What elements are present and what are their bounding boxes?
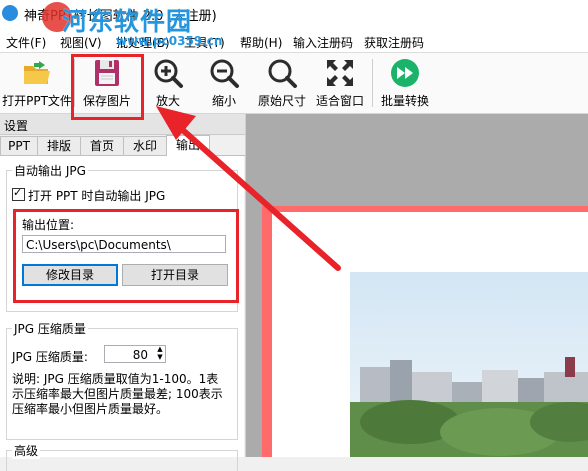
batch-convert-label: 批量转换	[380, 94, 429, 108]
batch-convert-button[interactable]: 批量转换	[378, 57, 432, 111]
tab-layout[interactable]: 排版	[37, 136, 81, 155]
open-ppt-button[interactable]: 打开PPT文件	[2, 57, 72, 111]
zoom-in-label: 放大	[155, 94, 180, 108]
highlight-save-image	[71, 54, 144, 120]
folder-open-icon	[21, 57, 53, 89]
fit-window-icon	[324, 57, 356, 89]
fast-forward-icon	[389, 57, 421, 89]
tab-homepage[interactable]: 首页	[80, 136, 124, 155]
app-icon	[2, 5, 18, 21]
watermark-url: www.pc0359.cn	[116, 34, 223, 48]
open-ppt-label: 打开PPT文件	[2, 94, 72, 108]
highlight-output-location	[13, 209, 239, 303]
jpg-quality-field-label: JPG 压缩质量:	[12, 350, 88, 364]
zoom-in-button[interactable]: 放大	[148, 57, 188, 111]
original-size-button[interactable]: 原始尺寸	[256, 57, 308, 111]
settings-title: 设置	[4, 119, 29, 133]
output-tab-content: 自动输出 JPG 打开 PPT 时自动输出 JPG 输出位置: C:\Users…	[0, 156, 244, 471]
fit-window-button[interactable]: 适合窗口	[314, 57, 366, 111]
settings-tabs: PPT 排版 首页 水印 输出	[0, 135, 245, 156]
menu-enter-reg-code[interactable]: 输入注册码	[293, 34, 353, 51]
advanced-group	[6, 450, 238, 471]
menu-help[interactable]: 帮助(H)	[240, 34, 282, 51]
menu-get-reg-code[interactable]: 获取注册码	[364, 34, 424, 51]
tab-output[interactable]: 输出	[166, 135, 210, 156]
magnifier-icon	[266, 57, 298, 89]
jpg-quality-note: 说明: JPG 压缩质量取值为1-100。1表示压缩率最大但图片质量最差; 10…	[12, 372, 223, 416]
advanced-group-label: 高级	[12, 442, 41, 459]
fit-window-label: 适合窗口	[315, 94, 364, 108]
zoom-out-button[interactable]: 缩小	[204, 57, 244, 111]
tab-watermark[interactable]: 水印	[123, 136, 167, 155]
toolbar-divider	[372, 59, 373, 107]
zoom-in-icon	[152, 57, 184, 89]
tab-ppt[interactable]: PPT	[0, 136, 38, 155]
zoom-out-icon	[208, 57, 240, 89]
watermark-text: 河东软件园	[62, 7, 193, 36]
zoom-out-label: 缩小	[211, 94, 236, 108]
auto-output-checkbox[interactable]	[12, 186, 25, 201]
menu-file[interactable]: 文件(F)	[6, 34, 46, 51]
auto-output-checkbox-label: 打开 PPT 时自动输出 JPG	[28, 189, 166, 203]
original-size-label: 原始尺寸	[257, 94, 306, 108]
jpg-quality-group-label: JPG 压缩质量	[12, 320, 88, 337]
slide-photo	[350, 272, 588, 457]
auto-output-group-label: 自动输出 JPG	[12, 162, 88, 179]
stepper-arrows-icon[interactable]: ▲ ▼	[155, 345, 165, 363]
